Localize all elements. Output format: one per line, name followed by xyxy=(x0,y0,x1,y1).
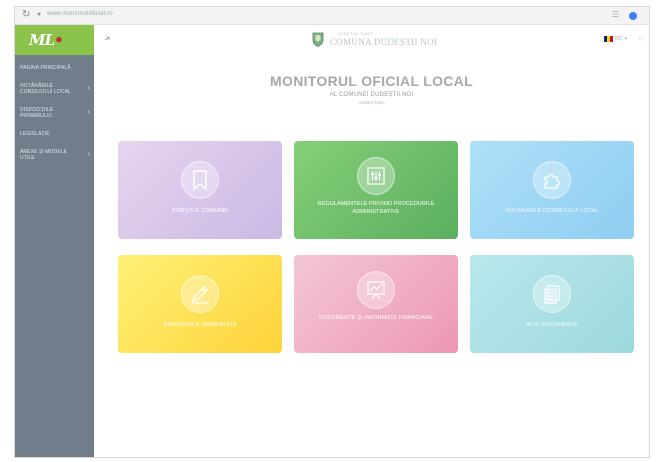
sidebar-item-anexe[interactable]: Anexe și modele utile › xyxy=(15,143,94,167)
card-label: Alte documente xyxy=(526,322,578,328)
chevron-right-icon: › xyxy=(87,109,90,116)
sidebar: ML• Pagina Principală Hotărârile Consili… xyxy=(15,25,94,457)
card-label: Regulamentele privind procedurile admini… xyxy=(317,201,435,215)
bookmark-icon xyxy=(181,161,219,199)
card-label: Hotărârile consiliului local xyxy=(505,208,599,214)
reload-icon[interactable]: ↻ xyxy=(22,9,30,20)
sidebar-item-label: Anexe și modele utile xyxy=(20,149,68,161)
address-bar[interactable]: www.monitoruloficial.ro xyxy=(47,11,113,17)
user-icon[interactable]: ○ xyxy=(638,34,643,43)
main-content: MONITORUL OFICIAL LOCAL AL COMUNEI DUDEȘ… xyxy=(94,55,649,457)
chevron-right-icon: › xyxy=(87,85,90,92)
sidebar-item-label: Pagina Principală xyxy=(20,65,71,71)
card-label: Documente și informații financiare xyxy=(319,315,433,321)
sidebar-item-hotararile[interactable]: Hotărârile Consiliului Local › xyxy=(15,77,94,101)
sidebar-item-dispozitiile[interactable]: Dispozițiile Primarului › xyxy=(15,101,94,125)
site-title[interactable]: COMUNA DUDEȘTII NOI xyxy=(330,37,437,47)
chevron-right-icon: › xyxy=(87,151,90,158)
sidebar-item-pagina-principala[interactable]: Pagina Principală xyxy=(15,59,94,77)
lock-icon: ● xyxy=(37,11,42,18)
language-selector[interactable]: RO ▾ xyxy=(603,36,627,42)
card-dispozitiile[interactable]: Dispozițiile primarului xyxy=(118,255,282,353)
language-code: RO xyxy=(614,36,623,42)
sidebar-item-legislatie[interactable]: Legislație xyxy=(15,125,94,143)
logo[interactable]: ML• xyxy=(15,25,94,55)
browser-window: ↻ ● www.monitoruloficial.ro ☰ ML• Pagina… xyxy=(14,6,650,458)
sidebar-item-label: Legislație xyxy=(20,131,50,137)
pencil-icon xyxy=(181,275,219,313)
chevron-down-icon: ▾ xyxy=(624,36,627,42)
presentation-chart-icon xyxy=(357,271,395,309)
coat-of-arms-icon xyxy=(312,32,324,47)
page-subtitle: AL COMUNEI DUDEȘTII NOI xyxy=(329,92,414,98)
card-label: Statutul comunei xyxy=(171,208,229,214)
page-meta: Județul Timiș xyxy=(358,100,385,105)
documents-icon xyxy=(533,275,571,313)
sidebar-item-label: Dispozițiile Primarului xyxy=(20,107,54,119)
page-title: MONITORUL OFICIAL LOCAL xyxy=(270,73,473,89)
sidebar-nav: Pagina Principală Hotărârile Consiliului… xyxy=(15,59,94,167)
county-label: JUDEȚUL TIMIȘ xyxy=(338,31,373,36)
sliders-icon xyxy=(357,157,395,195)
collapse-sidebar-icon[interactable]: ➜ xyxy=(102,33,112,44)
card-documente-financiare[interactable]: Documente și informații financiare xyxy=(294,255,458,353)
card-statutul-comunei[interactable]: Statutul comunei xyxy=(118,141,282,239)
card-hotararile[interactable]: Hotărârile consiliului local xyxy=(470,141,634,239)
sidebar-item-label: Hotărârile Consiliului Local xyxy=(20,83,71,95)
browser-toolbar: ↻ ● www.monitoruloficial.ro ☰ xyxy=(15,7,649,25)
puzzle-icon xyxy=(533,161,571,199)
romanian-flag-icon xyxy=(603,36,613,42)
card-regulamentele[interactable]: Regulamentele privind procedurile admini… xyxy=(294,141,458,239)
card-alte-documente[interactable]: Alte documente xyxy=(470,255,634,353)
profile-icon[interactable] xyxy=(629,12,637,20)
category-cards: Statutul comunei Regulamentele privind p… xyxy=(118,141,634,353)
logo-mark: ML• xyxy=(29,31,64,49)
extension-icon[interactable]: ☰ xyxy=(612,10,619,19)
top-header: ➜ JUDEȚUL TIMIȘ COMUNA DUDEȘTII NOI RO ▾… xyxy=(94,25,649,55)
card-label: Dispozițiile primarului xyxy=(163,322,237,328)
